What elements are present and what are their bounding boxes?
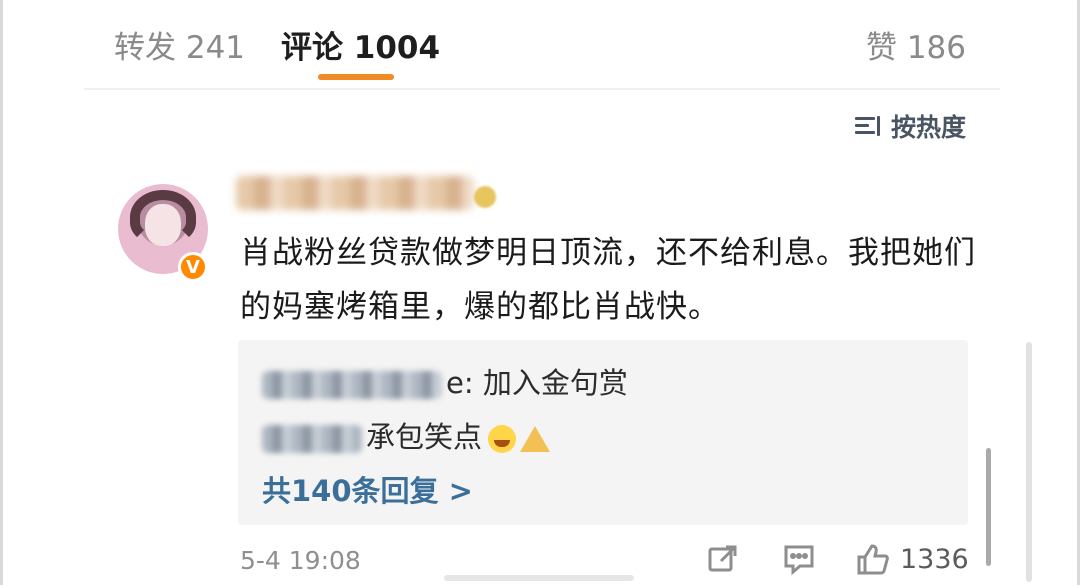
tab-like[interactable]: 赞 186: [866, 22, 966, 67]
comment-time: 5-4 19:08: [240, 546, 361, 575]
avatar-face: [145, 204, 181, 246]
blurred-reply-username: [262, 371, 442, 399]
tab-repost[interactable]: 转发 241: [114, 22, 245, 67]
active-tab-indicator: [318, 74, 394, 80]
scrollbar-track[interactable]: [1026, 342, 1032, 582]
like-count: 1336: [900, 543, 969, 575]
share-icon[interactable]: [706, 542, 740, 576]
thumb-up-icon: [857, 544, 889, 575]
sort-label: 按热度: [890, 113, 966, 142]
reply-item: 承包笑点: [262, 414, 551, 456]
bottom-fade-line: [444, 575, 634, 581]
view-replies-link[interactable]: 共140条回复 >: [262, 468, 473, 510]
like-button[interactable]: 1336: [854, 542, 969, 576]
sort-button[interactable]: 按热度: [854, 108, 966, 144]
tab-bar: 转发 241 评论 1004 赞 186: [0, 0, 1080, 90]
tab-comment[interactable]: 评论 1004: [281, 22, 440, 67]
comment-text: 肖战粉丝贷款做梦明日顶流，还不给利息。我把她们的妈塞烤箱里，爆的都比肖战快。: [240, 235, 976, 325]
blurred-username[interactable]: [236, 176, 474, 210]
reply-text: 承包笑点: [366, 420, 483, 454]
reply-text: e: 加入金句赏: [446, 366, 628, 400]
scrollbar-thumb[interactable]: [986, 448, 991, 566]
comment-icon[interactable]: [782, 542, 816, 576]
reply-item: e: 加入金句赏: [262, 360, 628, 402]
verified-icon: V: [178, 252, 208, 282]
sort-icon: [854, 114, 883, 138]
blurred-reply-username: [262, 425, 362, 453]
laughing-emoji-icon: [488, 425, 517, 453]
tab-divider: [84, 88, 1000, 90]
clap-emoji-icon: [520, 426, 551, 452]
user-badge-icon: [474, 186, 496, 208]
reply-preview-box[interactable]: e: 加入金句赏 承包笑点 共140条回复 >: [238, 340, 968, 525]
